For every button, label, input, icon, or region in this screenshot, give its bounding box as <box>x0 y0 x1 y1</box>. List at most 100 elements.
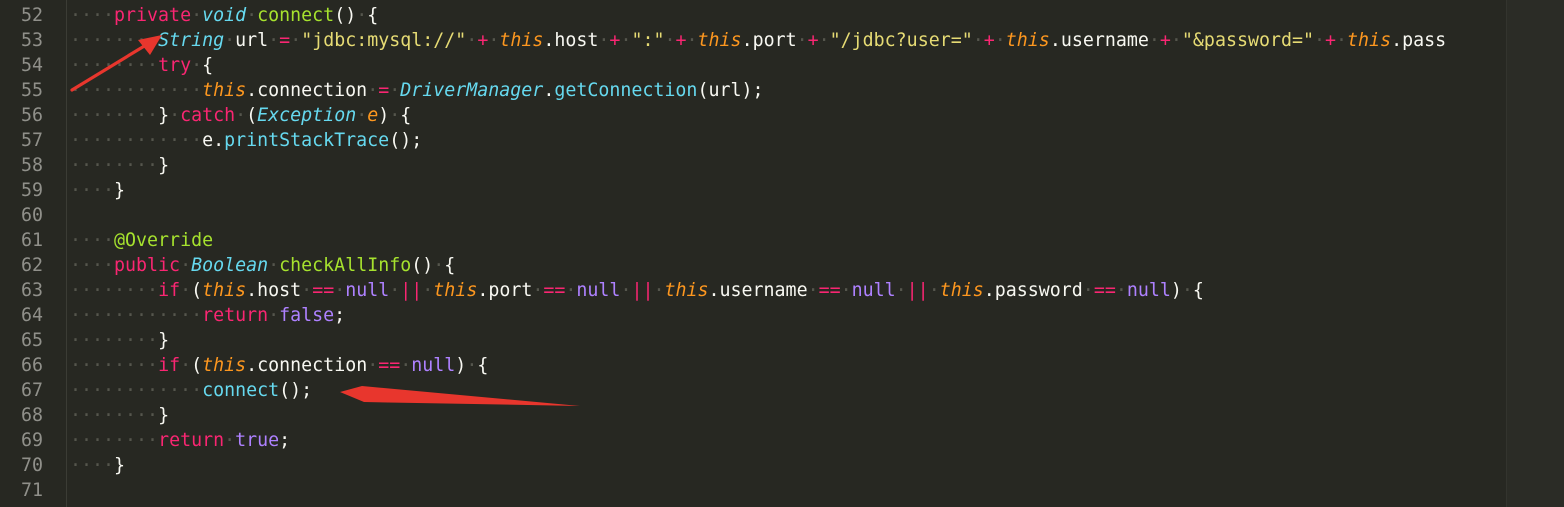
whitespace-marker: ········ <box>70 405 159 426</box>
whitespace-marker: · <box>367 355 379 376</box>
whitespace-marker: ········ <box>70 430 159 451</box>
plain-text: .pass <box>1391 30 1447 51</box>
code-editor[interactable]: 52 53 54 55 56 57 58 59 60 61 62 63 64 65 66 67 68 69 70 71… <box>0 0 1564 507</box>
code-line[interactable]: ····} <box>70 178 125 203</box>
plain-text: { <box>477 355 489 376</box>
type: Boolean <box>191 255 269 276</box>
operator: + <box>807 30 819 51</box>
this-keyword: this <box>1005 30 1050 51</box>
whitespace-marker: · <box>532 280 544 301</box>
whitespace-marker: · <box>928 280 940 301</box>
code-line[interactable]: ············return·false; <box>70 303 345 328</box>
line-number: 71 <box>20 480 43 501</box>
code-line[interactable]: ····private·void·connect()·{ <box>70 3 378 28</box>
this-keyword: this <box>939 280 984 301</box>
keyword: return <box>158 430 225 451</box>
function-name: checkAllInfo <box>279 255 412 276</box>
whitespace-marker: ········ <box>70 55 159 76</box>
code-line[interactable]: ········}·catch·(Exception·e)·{ <box>70 103 411 128</box>
whitespace-marker: · <box>268 30 280 51</box>
code-text-area[interactable]: ····private·void·connect()·{········Stri… <box>70 0 1506 507</box>
whitespace-marker: · <box>466 355 478 376</box>
constant: null <box>1126 280 1171 301</box>
whitespace-marker: · <box>1336 30 1348 51</box>
line-number: 62 <box>20 255 43 276</box>
constant: null <box>851 280 896 301</box>
code-line[interactable]: ········} <box>70 403 169 428</box>
line-number: 66 <box>20 355 43 376</box>
line-number: 61 <box>20 230 43 251</box>
plain-text: .username <box>708 280 808 301</box>
plain-text: (); <box>279 380 313 401</box>
plain-text: .host <box>246 280 302 301</box>
plain-text: ; <box>334 305 346 326</box>
plain-text: (); <box>389 130 423 151</box>
code-line[interactable]: ····@Override <box>70 228 213 253</box>
whitespace-marker: · <box>191 5 203 26</box>
plain-text: ) <box>1170 280 1182 301</box>
minimap-scroll-strip[interactable] <box>1506 0 1564 507</box>
code-line[interactable]: ············e.printStackTrace(); <box>70 128 422 153</box>
code-line[interactable]: ········if·(this.host·==·null·||·this.po… <box>70 278 1204 303</box>
whitespace-marker: · <box>818 30 830 51</box>
code-line[interactable]: ········} <box>70 328 169 353</box>
whitespace-marker: · <box>290 30 302 51</box>
keyword: private <box>114 5 192 26</box>
whitespace-marker: · <box>389 280 401 301</box>
plain-text: } <box>158 105 170 126</box>
plain-text: ) <box>378 105 390 126</box>
code-line[interactable]: ····} <box>70 453 125 478</box>
whitespace-marker: · <box>1148 30 1160 51</box>
whitespace-marker: · <box>235 105 247 126</box>
method-call: connect <box>202 380 280 401</box>
code-line[interactable]: ········} <box>70 153 169 178</box>
plain-text: ; <box>279 430 291 451</box>
whitespace-marker: · <box>169 105 181 126</box>
whitespace-marker: · <box>224 30 236 51</box>
line-number: 54 <box>20 55 43 76</box>
plain-text: { <box>367 5 379 26</box>
code-line[interactable]: ········return·true; <box>70 428 290 453</box>
code-line[interactable]: ········if·(this.connection·==·null)·{ <box>70 353 488 378</box>
keyword: if <box>158 355 181 376</box>
plain-text: { <box>444 255 456 276</box>
constant: null <box>576 280 621 301</box>
whitespace-marker: · <box>224 430 236 451</box>
whitespace-marker: · <box>1082 280 1094 301</box>
operator: + <box>1159 30 1171 51</box>
whitespace-marker: · <box>1170 30 1182 51</box>
plain-text: . <box>543 80 555 101</box>
line-number: 68 <box>20 405 43 426</box>
whitespace-marker: · <box>356 105 368 126</box>
whitespace-marker: · <box>620 280 632 301</box>
whitespace-marker: ············ <box>70 80 203 101</box>
plain-text: () <box>334 5 357 26</box>
line-number: 55 <box>20 80 43 101</box>
code-line[interactable]: ····public·Boolean·checkAllInfo()·{ <box>70 253 455 278</box>
whitespace-marker: · <box>840 280 852 301</box>
code-line[interactable]: ········try·{ <box>70 53 213 78</box>
code-line[interactable]: ············connect(); <box>70 378 312 403</box>
whitespace-marker: ···· <box>70 255 115 276</box>
plain-text: () <box>411 255 434 276</box>
whitespace-marker: · <box>389 105 401 126</box>
whitespace-marker: · <box>301 280 313 301</box>
line-number: 67 <box>20 380 43 401</box>
plain-text: ( <box>191 280 203 301</box>
whitespace-marker: · <box>367 80 379 101</box>
whitespace-marker: ···· <box>70 5 115 26</box>
whitespace-marker: · <box>620 30 632 51</box>
this-keyword: this <box>499 30 544 51</box>
whitespace-marker: · <box>664 30 676 51</box>
code-line[interactable]: ············this.connection·=·DriverMana… <box>70 78 763 103</box>
plain-text: ( <box>246 105 258 126</box>
plain-text: ) <box>455 355 467 376</box>
line-number: 57 <box>20 130 43 151</box>
operator: = <box>279 30 291 51</box>
function-name: connect <box>257 5 335 26</box>
plain-text: { <box>202 55 214 76</box>
string-literal: ":" <box>631 30 665 51</box>
whitespace-marker: · <box>807 280 819 301</box>
code-line[interactable]: ········String·url·=·"jdbc:mysql://"·+·t… <box>70 28 1446 53</box>
whitespace-marker: ···· <box>70 455 115 476</box>
